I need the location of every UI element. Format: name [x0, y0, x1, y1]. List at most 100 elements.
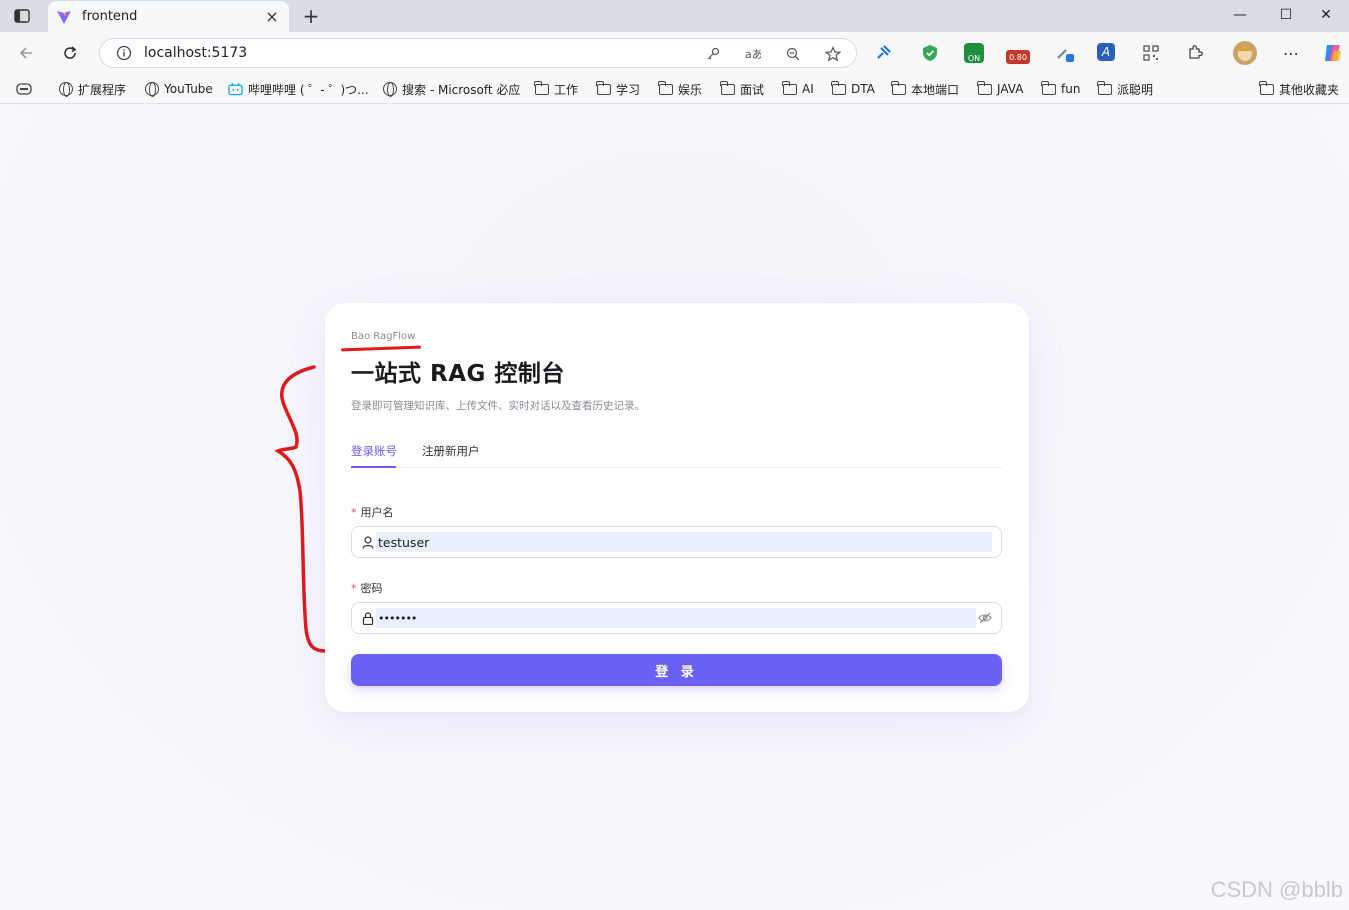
folder-icon: [534, 80, 549, 95]
minimize-button[interactable]: —: [1217, 0, 1263, 30]
bookmark-folder-interview[interactable]: 面试: [720, 80, 764, 98]
bookmark-label: 哔哩哔哩 ( ゜- ゜)つ...: [248, 82, 369, 97]
password-label: * 密码: [351, 580, 383, 596]
dropper-extension-icon[interactable]: [1055, 43, 1075, 63]
password-value: •••••••: [378, 611, 417, 625]
close-tab-icon[interactable]: ×: [263, 7, 281, 26]
bookmark-folder-fun-cn[interactable]: 娱乐: [658, 80, 702, 98]
bookmark-label: 娱乐: [678, 82, 703, 97]
page-title: 一站式 RAG 控制台: [351, 361, 565, 387]
read-aloud-translate-icon[interactable]: aあ: [744, 45, 762, 63]
bookmark-label: fun: [1061, 82, 1081, 96]
arrow-left-icon: [19, 47, 32, 59]
bookmark-label: 本地端口: [911, 82, 960, 97]
close-window-button[interactable]: ✕: [1303, 0, 1349, 30]
login-button[interactable]: 登 录: [351, 654, 1002, 686]
user-icon: [361, 535, 375, 549]
bookmark-folder-study[interactable]: 学习: [596, 80, 640, 98]
folder-icon: [831, 80, 846, 95]
login-card: Bao RagFlow 一站式 RAG 控制台 登录即可管理知识库、上传文件、实…: [325, 303, 1029, 712]
globe-icon: [382, 82, 397, 97]
bookmark-label: 面试: [740, 82, 765, 97]
bilibili-icon: [228, 82, 243, 96]
brand-name: Bao RagFlow: [351, 331, 416, 342]
bookmark-label: YouTube: [164, 82, 213, 96]
eye-off-icon[interactable]: [978, 611, 992, 625]
extensions-puzzle-icon[interactable]: [1185, 43, 1205, 63]
on-extension-icon[interactable]: ON: [964, 43, 984, 63]
pin-extension-icon[interactable]: [873, 43, 893, 63]
watermark: CSDN @bblb: [1210, 877, 1343, 902]
auth-tabs: 登录账号 注册新用户: [351, 436, 1002, 468]
globe-icon: [144, 82, 159, 97]
folder-icon: [596, 80, 611, 95]
sidebar-icon: [14, 9, 30, 23]
bookmark-folder-ai[interactable]: AI: [782, 80, 814, 98]
active-tab-indicator: [351, 466, 396, 468]
username-label: * 用户名: [351, 504, 394, 520]
qr-extension-icon[interactable]: [1141, 43, 1161, 63]
bookmark-label: 搜索 - Microsoft 必应: [402, 82, 521, 97]
more-menu-icon[interactable]: ⋯: [1281, 43, 1301, 63]
tab-register[interactable]: 注册新用户: [422, 443, 480, 459]
bookmark-label: AI: [802, 82, 814, 96]
url-text: localhost:5173: [144, 45, 248, 61]
folder-icon: [658, 80, 673, 95]
bookmark-folder-paicongming[interactable]: 派聪明: [1097, 80, 1153, 98]
folder-icon: [977, 80, 992, 95]
page-viewport: Bao RagFlow 一站式 RAG 控制台 登录即可管理知识库、上传文件、实…: [0, 105, 1349, 910]
folder-icon: [1041, 80, 1056, 95]
autofill-highlight: [376, 608, 976, 628]
bookmark-label: 其他收藏夹: [1279, 82, 1340, 97]
bookmark-folder-local-ports[interactable]: 本地端口: [891, 80, 959, 98]
bookmark-bing-search[interactable]: 搜索 - Microsoft 必应: [382, 80, 520, 98]
autofill-highlight: [376, 532, 992, 552]
password-label-text: 密码: [360, 582, 383, 595]
address-bar[interactable]: localhost:5173 aあ: [99, 38, 857, 68]
username-value: testuser: [378, 534, 430, 550]
bookmark-other-favorites[interactable]: 其他收藏夹: [1259, 80, 1339, 98]
browser-tab[interactable]: frontend ×: [48, 1, 289, 32]
copilot-icon[interactable]: [1321, 41, 1345, 65]
globe-icon: [58, 82, 73, 97]
required-mark: *: [351, 506, 357, 519]
bookmark-apps-icon[interactable]: [16, 80, 32, 98]
reload-icon: [64, 46, 77, 59]
folder-icon: [1097, 80, 1112, 95]
folder-icon: [720, 80, 735, 95]
bookmark-folder-java[interactable]: JAVA: [977, 80, 1023, 98]
tab-strip: frontend × + — ☐ ✕: [0, 0, 1349, 32]
bookmark-label: 学习: [616, 82, 641, 97]
tab-actions-button[interactable]: [8, 4, 36, 28]
username-input[interactable]: testuser: [351, 526, 1002, 558]
translate-extension-icon[interactable]: A: [1097, 43, 1115, 61]
bookmark-label: JAVA: [997, 82, 1024, 96]
folder-icon: [891, 80, 906, 95]
password-key-icon[interactable]: [704, 45, 722, 63]
svg-text:aあ: aあ: [745, 48, 761, 61]
bookmark-youtube[interactable]: YouTube: [144, 80, 213, 98]
vite-logo-icon: [57, 10, 71, 24]
bookmark-folder-work[interactable]: 工作: [534, 80, 578, 98]
bookmark-label: 派聪明: [1117, 82, 1154, 97]
new-tab-button[interactable]: +: [298, 4, 324, 28]
username-label-text: 用户名: [360, 506, 394, 519]
bookmark-bilibili[interactable]: 哔哩哔哩 ( ゜- ゜)つ...: [228, 80, 369, 98]
lock-icon: [361, 611, 375, 625]
tab-title: frontend: [82, 9, 138, 24]
profile-avatar[interactable]: [1233, 41, 1257, 65]
bookmark-label: 工作: [554, 82, 579, 97]
favorite-star-icon[interactable]: [824, 45, 842, 63]
badge-extension-icon[interactable]: 0.80: [1006, 50, 1030, 64]
bookmark-folder-fun[interactable]: fun: [1041, 80, 1080, 98]
annotation-underline: [340, 345, 422, 352]
password-input[interactable]: •••••••: [351, 602, 1002, 634]
bookmark-folder-dta[interactable]: DTA: [831, 80, 875, 98]
reload-button[interactable]: [56, 39, 84, 67]
shield-extension-icon[interactable]: [920, 43, 940, 63]
tab-login[interactable]: 登录账号: [351, 443, 397, 459]
zoom-out-icon[interactable]: [784, 45, 802, 63]
bookmark-label: 扩展程序: [78, 82, 127, 97]
bookmark-extensions[interactable]: 扩展程序: [58, 80, 126, 98]
back-button[interactable]: [12, 39, 40, 67]
